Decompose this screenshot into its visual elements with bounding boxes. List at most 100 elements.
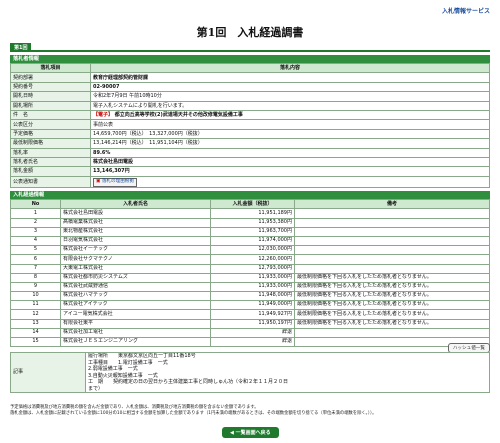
amount-label: 落札金額	[10, 166, 91, 177]
bidder-amount: 12,030,000円	[210, 245, 295, 256]
bid-history-section: 入札経過情報 No 入札者氏名 入札金額（税抜） 備考 1 株式会社島田電設 11,…	[10, 191, 490, 348]
col-item-header: 落札項目	[10, 62, 91, 74]
bidder-row: 4 日羽電気株式会社 11,974,000円	[10, 235, 490, 247]
bidder-no: 11	[10, 300, 61, 311]
bidder-row: 6 有限会社サクマテクノ 12,260,000円	[10, 254, 490, 265]
bidder-no: 5	[10, 245, 61, 256]
bidder-note	[294, 254, 490, 265]
bidder-name: 株式会社イーテック	[60, 245, 211, 256]
bidder-note	[294, 245, 490, 256]
notice-label: 公表通知書	[10, 175, 91, 188]
bidder-name: 株式会社都市防災システムズ	[60, 272, 211, 283]
top-bar: 入札情報サービス	[0, 0, 500, 20]
bidder-name: 株式会社ハマテック	[60, 291, 211, 302]
method-label: 公表区分	[10, 119, 91, 130]
bidder-note	[294, 235, 490, 247]
bidder-row: 14 株式会社加工電社 辞退	[10, 327, 490, 339]
col-note-header: 備考	[294, 198, 490, 210]
bidder-amount: 11,963,700円	[210, 226, 295, 237]
bidder-no: 4	[10, 235, 61, 247]
bidder-amount: 11,933,000円	[210, 281, 295, 293]
bidder-amount: 11,953,380円	[210, 217, 295, 228]
col-name-header: 入札者氏名	[60, 198, 211, 210]
bidder-no: 8	[10, 272, 61, 283]
rate-label: 落札率	[10, 147, 91, 158]
winner-label: 落札者氏名	[10, 156, 91, 168]
bidder-note	[294, 263, 490, 274]
bidder-name: 日羽電気株式会社	[60, 235, 211, 247]
bidder-row: 2 髙橋電業株式会社 11,953,380円	[10, 217, 490, 228]
bidder-amount: 11,948,000円	[210, 291, 295, 302]
service-link[interactable]: 入札情報サービス	[442, 6, 490, 15]
title-divider	[10, 50, 490, 52]
subject-tag: 【電子】	[93, 112, 114, 119]
bidder-amount: 辞退	[210, 337, 295, 348]
open-place-value: 電子入札システムにより開札を行います。	[90, 100, 490, 111]
bidder-row: 15 株式会社ＪＥＳエンジニアリング 辞退	[10, 337, 490, 348]
bidder-no: 9	[10, 281, 61, 293]
footnote-line: 落札金額は、入札金額に記載されている金額に100分の10に相当する金額を加算した…	[10, 411, 377, 416]
col-amount-header: 入札金額（税抜）	[210, 198, 295, 210]
subject-value: 都立向丘高等学校(2)武道場天井その他改修電気設備工事	[114, 112, 243, 119]
page-title: 第1回 入札経過調書	[196, 26, 304, 39]
bidder-amount: 11,933,000円	[210, 272, 295, 283]
bidder-amount: 11,949,000円	[210, 300, 295, 311]
planned-price-label: 予定価格	[10, 128, 91, 140]
method-value: 事前公表	[90, 119, 490, 130]
bidder-name: 株式会社加工電社	[60, 327, 211, 339]
bidder-amount: 辞退	[210, 327, 295, 339]
dept-label: 契約部署	[10, 72, 91, 83]
bidder-amount: 11,974,000円	[210, 235, 295, 247]
winner-info-section: 落札者情報 落札項目 落札内容 契約部署 教育庁経理部契約管財課 契約番号 02…	[10, 55, 490, 188]
bidder-no: 7	[10, 263, 61, 274]
bidder-note: 最低制限価格を下回る入札をしたため落札者となりません。	[294, 318, 490, 329]
bidder-name: 大東電工株式会社	[60, 263, 211, 274]
bidder-note: 最低制限価格を下回る入札をしたため落札者となりません。	[294, 291, 490, 302]
pdf-icon: ▣	[96, 178, 101, 184]
notes-section: 記事 履行場所 東京都文京区向丘一丁目11番18号 工事種目 1.電灯設備工事 …	[10, 352, 490, 393]
bidder-note: 最低制限価格を下回る入札をしたため落札者となりません。	[294, 272, 490, 283]
bidder-no: 14	[10, 327, 61, 339]
col-no-header: No	[10, 198, 61, 210]
notes-label: 記事	[10, 352, 86, 393]
bidder-name: 有限会社東平	[60, 318, 211, 329]
bidder-name: 有限会社サクマテクノ	[60, 254, 211, 265]
bidder-row: 9 株式会社武蔵野通信 11,933,000円 最低制限価格を下回る入札をしたため落札…	[10, 281, 490, 293]
bidder-amount: 12,793,000円	[210, 263, 295, 274]
bidder-note: 最低制限価格を下回る入札をしたため落札者となりません。	[294, 281, 490, 293]
amount-value: 13,146,307円	[90, 166, 490, 177]
bidder-no: 1	[10, 208, 61, 219]
bidder-name: アイユー電気株式会社	[60, 309, 211, 320]
notice-pdf-button[interactable]: ▣ 落札の理由根拠	[93, 177, 137, 187]
notice-pdf-label: 落札の理由根拠	[101, 178, 134, 184]
bidder-row: 3 東北物産株式会社 11,963,700円	[10, 226, 490, 237]
bidder-row: 7 大東電工株式会社 12,793,000円	[10, 263, 490, 274]
min-price-value: 13,146,214円（税込） 11,951,104円（税抜）	[90, 138, 490, 149]
notice-cell: ▣ 落札の理由根拠	[90, 175, 490, 188]
bid-history-table: No 入札者氏名 入札金額（税抜） 備考 1 株式会社島田電設 11,951,189…	[10, 198, 490, 348]
bidder-amount: 12,260,000円	[210, 254, 295, 265]
notes-content: 履行場所 東京都文京区向丘一丁目11番18号 工事種目 1.電灯設備工事 一式 …	[85, 352, 490, 393]
bidder-note: 最低制限価格を下回る入札をしたため落札者となりません。	[294, 309, 490, 320]
bidder-note	[294, 327, 490, 339]
bidder-row: 8 株式会社都市防災システムズ 11,933,000円 最低制限価格を下回る入札をした…	[10, 272, 490, 283]
bidder-no: 13	[10, 318, 61, 329]
bidder-row: 13 有限会社東平 11,950,197円 最低制限価格を下回る入札をしたため落札者と…	[10, 318, 490, 329]
bidder-name: 株式会社ＪＥＳエンジニアリング	[60, 337, 211, 348]
bidder-no: 3	[10, 226, 61, 237]
contract-no-label: 契約番号	[10, 81, 91, 93]
winner-info-header: 落札者情報	[10, 55, 490, 63]
open-place-label: 開札場所	[10, 100, 91, 111]
notes-table: 記事 履行場所 東京都文京区向丘一丁目11番18号 工事種目 1.電灯設備工事 …	[10, 352, 490, 393]
bidder-no: 6	[10, 254, 61, 265]
bidder-row: 5 株式会社イーテック 12,030,000円	[10, 245, 490, 256]
min-price-label: 最低制限価格	[10, 138, 91, 149]
winner-value: 株式会社島田電設	[90, 156, 490, 168]
subject-cell: 【電子】 都立向丘高等学校(2)武道場天井その他改修電気設備工事	[90, 109, 490, 121]
open-datetime-value: 令和2年7月9日 午前10時10分	[90, 91, 490, 102]
bidder-note	[294, 226, 490, 237]
open-datetime-label: 開札日時	[10, 91, 91, 102]
back-to-list-button[interactable]: ◀ 一覧画面へ戻る	[222, 427, 279, 438]
bid-history-header: 入札経過情報	[10, 191, 490, 199]
bidder-no: 2	[10, 217, 61, 228]
